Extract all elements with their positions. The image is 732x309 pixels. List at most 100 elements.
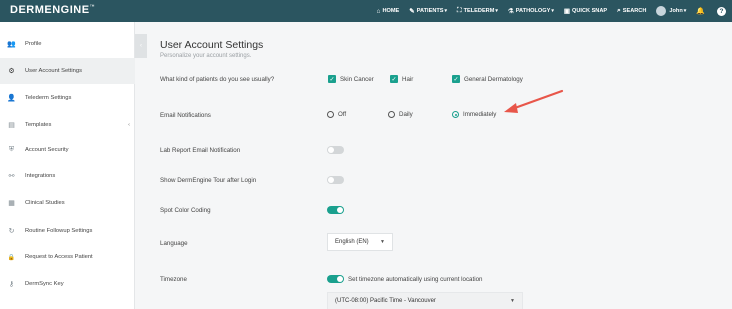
spot-color-label: Spot Color Coding	[160, 207, 211, 214]
user-menu[interactable]: John ▾	[656, 6, 686, 16]
spot-color-toggle[interactable]	[327, 206, 344, 214]
telederm-settings-icon: 👤	[7, 95, 16, 102]
help-icon: ?	[717, 6, 726, 16]
lab-report-toggle[interactable]	[327, 146, 344, 154]
patients-icon: ✎	[409, 8, 415, 15]
sidebar-item-account-security[interactable]: ⛨ Account Security	[0, 137, 135, 163]
sidebar-collapse-button[interactable]: ‹	[135, 34, 147, 58]
radio-email-off[interactable]: Off	[327, 111, 346, 118]
radio-label: Immediately	[463, 111, 497, 118]
chevron-down-icon: ▾	[551, 8, 554, 14]
nav-quick-snap-label: QUICK SNAP	[572, 8, 608, 14]
chevron-down-icon: ▼	[380, 239, 385, 245]
clinical-studies-icon: ▦	[8, 200, 15, 207]
sidebar-item-label: DermSync Key	[25, 281, 64, 287]
shield-icon: ⛨	[8, 146, 15, 153]
radio-circle	[327, 111, 334, 118]
sidebar-item-profile[interactable]: 👥 Profile	[0, 31, 135, 57]
chevron-down-icon: ▾	[495, 8, 498, 14]
avatar	[656, 6, 667, 16]
nav-pathology-label: PATHOLOGY	[515, 8, 551, 14]
checkbox-label: Hair	[402, 75, 414, 83]
checkbox-hair[interactable]: ✓ Hair	[390, 75, 413, 83]
timezone-select[interactable]: (UTC-08:00) Pacific Time - Vancouver ▼	[327, 292, 523, 309]
radio-label: Daily	[399, 111, 413, 118]
nav-telederm-label: TELEDERM	[463, 8, 495, 14]
annotation-arrow	[504, 89, 564, 113]
checkmark-icon: ✓	[328, 75, 336, 83]
sidebar-item-integrations[interactable]: ⚯ Integrations	[0, 163, 135, 189]
sidebar-item-user-account-settings[interactable]: ⚙ User Account Settings	[0, 58, 135, 84]
brand-trademark: ™	[89, 4, 96, 10]
chevron-left-icon: ‹	[128, 122, 130, 128]
sidebar-item-label: Clinical Studies	[25, 200, 65, 206]
lock-icon: 🔒	[7, 254, 16, 261]
nav-home-label: HOME	[382, 8, 400, 14]
chevron-down-icon: ▼	[510, 298, 515, 304]
top-navbar: DERMENGINE™ ⌂ HOME ✎ PATIENTS ▾ ⛶ TELEDERM ▾ …	[0, 0, 732, 22]
nav-pathology[interactable]: ⚗ PATHOLOGY ▾	[508, 7, 554, 15]
timezone-label: Timezone	[160, 276, 187, 283]
patient-types-label: What kind of patients do you see usually…	[160, 76, 275, 83]
checkbox-label: Skin Cancer	[340, 75, 374, 83]
email-notifications-label: Email Notifications	[160, 112, 211, 119]
brand-logo[interactable]: DERMENGINE™	[10, 4, 95, 16]
pathology-icon: ⚗	[507, 8, 514, 15]
sidebar-item-label: Telederm Settings	[25, 95, 72, 101]
telederm-icon: ⛶	[457, 7, 462, 14]
gear-icon: ⚙	[8, 68, 15, 75]
chevron-down-icon: ▾	[683, 8, 687, 14]
routine-followup-icon: ↻	[8, 228, 15, 235]
tour-toggle[interactable]	[327, 176, 344, 184]
user-name: John	[669, 8, 683, 14]
sidebar-item-telederm-settings[interactable]: 👤 Telederm Settings	[0, 85, 135, 111]
timezone-auto-setting: Set timezone automatically using current…	[327, 275, 482, 283]
radio-circle-selected	[452, 111, 459, 118]
nav-patients-label: PATIENTS	[416, 8, 444, 14]
notifications-button[interactable]: 🔔	[696, 7, 707, 15]
checkbox-label: General Dermatology	[464, 75, 523, 83]
checkmark-icon: ✓	[390, 75, 398, 83]
sidebar-item-dermsync-key[interactable]: ⚷ DermSync Key	[0, 271, 135, 297]
nav-quick-snap[interactable]: ▣ QUICK SNAP	[564, 7, 607, 15]
timezone-value: (UTC-08:00) Pacific Time - Vancouver	[335, 298, 436, 304]
tour-label: Show DermEngine Tour after Login	[160, 177, 257, 184]
checkbox-general-dermatology[interactable]: ✓ General Dermatology	[452, 75, 523, 83]
nav-search-label: SEARCH	[622, 8, 647, 14]
nav-patients[interactable]: ✎ PATIENTS ▾	[409, 7, 447, 15]
key-icon: ⚷	[8, 281, 15, 288]
page-subtitle: Personalize your account settings.	[160, 53, 252, 59]
nav-search[interactable]: ⌕ SEARCH	[617, 7, 646, 15]
page-title: User Account Settings	[160, 39, 264, 51]
sidebar-item-label: User Account Settings	[25, 68, 83, 74]
chevron-left-icon: ‹	[140, 43, 142, 49]
language-select[interactable]: English (EN) ▼	[327, 233, 393, 251]
integrations-icon: ⚯	[8, 173, 15, 180]
radio-email-immediately[interactable]: Immediately	[452, 111, 496, 118]
quick-snap-icon: ▣	[563, 8, 570, 15]
help-button[interactable]: ?	[717, 6, 726, 16]
home-icon: ⌂	[376, 7, 381, 15]
sidebar-item-templates[interactable]: ▤ Templates ‹	[0, 112, 135, 138]
sidebar-item-clinical-studies[interactable]: ▦ Clinical Studies	[0, 190, 135, 216]
sidebar-item-label: Request to Access Patient	[25, 254, 93, 260]
checkmark-icon: ✓	[452, 75, 460, 83]
document-icon: ▤	[8, 122, 15, 129]
sidebar-item-label: Account Security	[25, 147, 69, 153]
chevron-down-icon: ▾	[444, 8, 448, 14]
brand-name: DERMENGINE	[10, 4, 90, 16]
radio-circle	[388, 111, 395, 118]
sidebar-item-label: Integrations	[25, 173, 56, 179]
sidebar-item-label: Routine Followup Settings	[25, 228, 93, 234]
lab-report-label: Lab Report Email Notification	[160, 147, 241, 154]
nav-menu: ⌂ HOME ✎ PATIENTS ▾ ⛶ TELEDERM ▾ ⚗ PATHOLOGY ▾ …	[367, 0, 726, 22]
nav-home[interactable]: ⌂ HOME	[377, 8, 400, 15]
sidebar-item-routine-followup-settings[interactable]: ↻ Routine Followup Settings	[0, 218, 135, 244]
settings-panel: User Account Settings Personalize your a…	[147, 22, 732, 309]
sidebar-item-request-access-patient[interactable]: 🔒 Request to Access Patient	[0, 244, 135, 270]
nav-telederm[interactable]: ⛶ TELEDERM ▾	[457, 7, 498, 15]
language-label: Language	[160, 240, 188, 247]
timezone-auto-toggle[interactable]	[327, 275, 344, 283]
checkbox-skin-cancer[interactable]: ✓ Skin Cancer	[328, 75, 374, 83]
radio-email-daily[interactable]: Daily	[388, 111, 413, 118]
